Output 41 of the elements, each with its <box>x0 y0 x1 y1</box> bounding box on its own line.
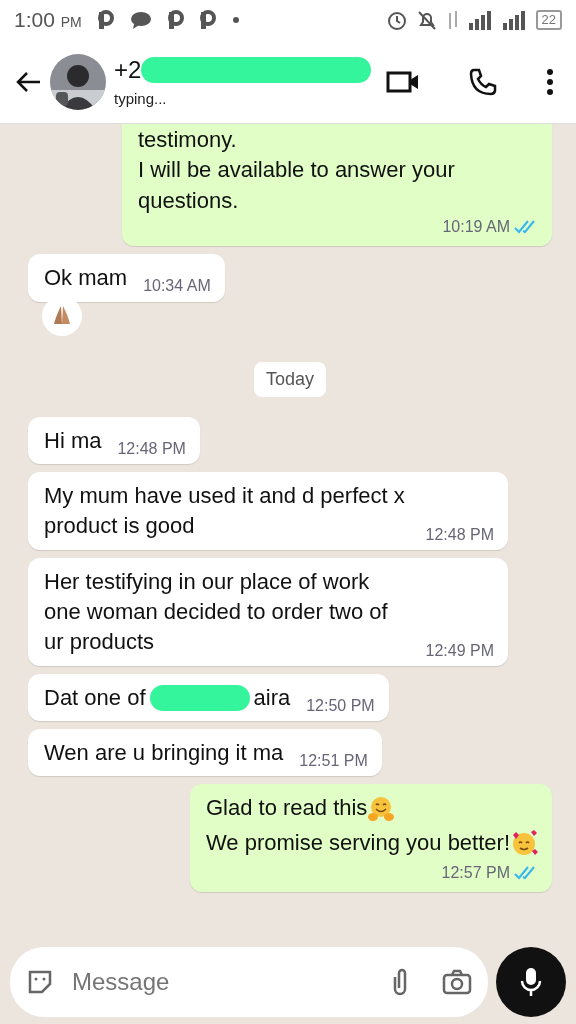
back-arrow-icon[interactable] <box>14 69 42 94</box>
message-input[interactable]: Message <box>70 963 330 1001</box>
message-text: Glad to read this <box>205 794 368 823</box>
message-time: 12:48 PM <box>425 524 494 545</box>
phone-icon[interactable] <box>468 66 498 97</box>
message-text: aira <box>253 683 291 712</box>
mute-icon <box>415 9 438 31</box>
battery-indicator: 22 <box>535 10 562 30</box>
message-time: 12:49 PM <box>425 640 494 661</box>
microphone-icon <box>520 967 542 997</box>
status-time: 1:00 PM <box>14 7 82 34</box>
message-time: 12:48 PM <box>117 438 186 459</box>
date-label: Today <box>253 361 326 397</box>
message-time: 12:50 PM <box>306 695 375 716</box>
contact-name: +2 <box>114 55 142 86</box>
contact-status: typing... <box>114 89 168 110</box>
message-text: Ok mam <box>44 264 128 293</box>
signal-icon <box>467 9 494 31</box>
notification-icon <box>199 10 216 30</box>
message-text: Dat one of <box>44 683 146 712</box>
chat-icon <box>129 10 152 30</box>
message-text: I will be available to answer your questions. <box>138 156 456 215</box>
sticker-icon[interactable] <box>26 968 54 996</box>
message-text: Hi ma <box>44 426 102 455</box>
message-text: testimony. <box>138 126 238 154</box>
more-options-icon[interactable] <box>546 67 554 96</box>
message-text: Her testifying in our place of work one woman decided to order two of ur products <box>44 567 389 657</box>
message-text: Wen are u bringing it ma <box>44 739 284 768</box>
notification-icon <box>97 10 114 30</box>
notification-icon <box>167 10 184 30</box>
signal-icon <box>501 9 528 31</box>
message-time: 10:19 AM <box>442 217 510 238</box>
alarm-icon <box>385 9 408 31</box>
message-time: 12:57 PM <box>441 863 510 884</box>
dot-icon <box>231 16 240 24</box>
message-text: My mum have used it and d perfect x product is good <box>44 481 406 541</box>
message-time: 10:34 AM <box>143 276 211 297</box>
message-text: We promise serving you better! <box>205 828 510 857</box>
message-field[interactable]: Message <box>10 947 488 1017</box>
camera-icon[interactable] <box>442 969 472 995</box>
message-time: 12:51 PM <box>299 751 368 772</box>
